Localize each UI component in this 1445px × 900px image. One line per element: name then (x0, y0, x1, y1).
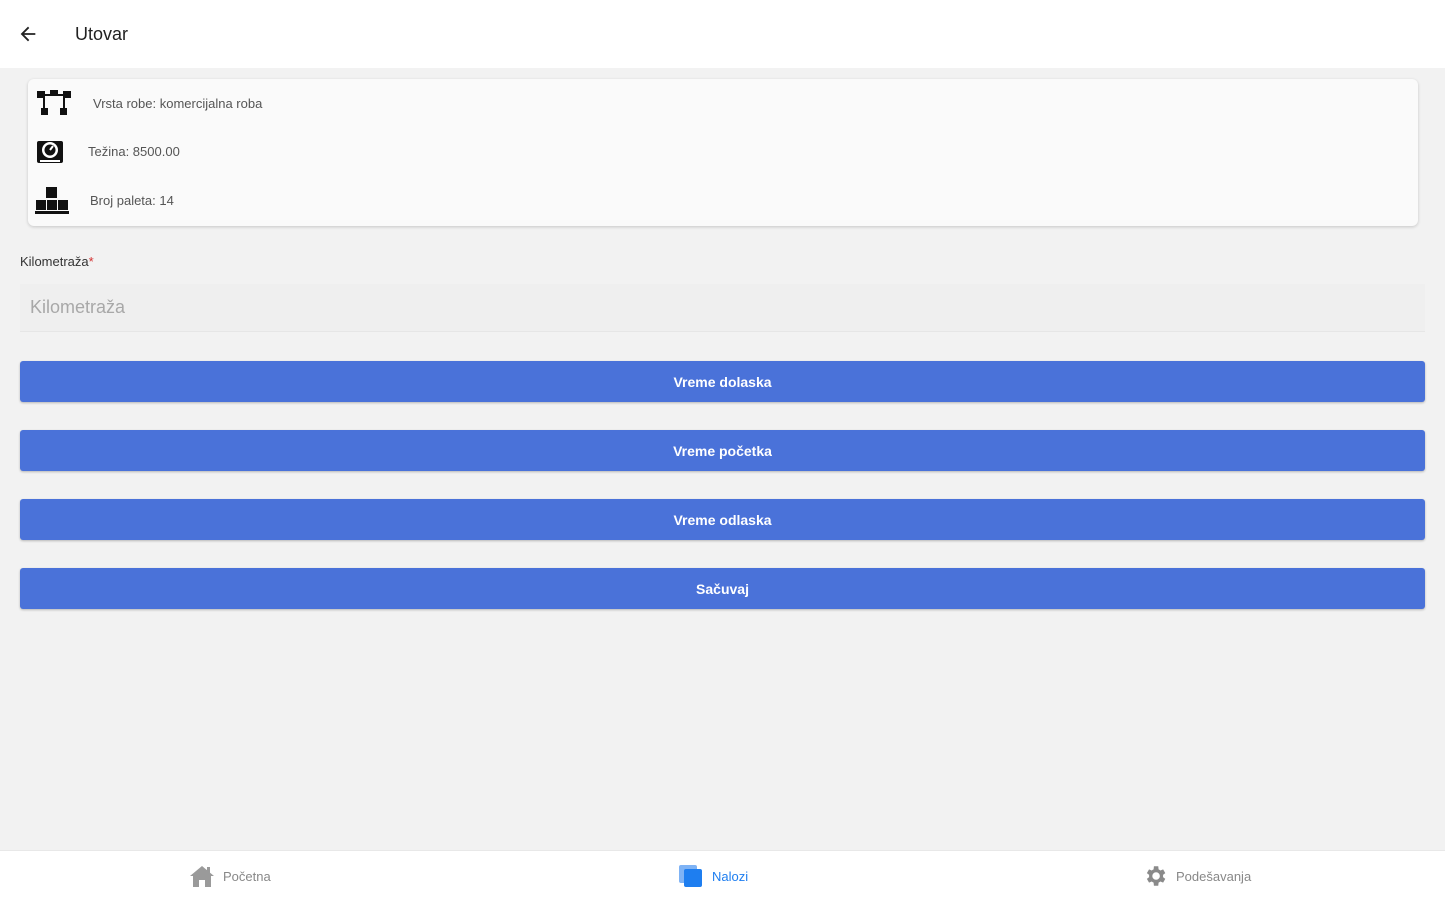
page-title: Utovar (75, 23, 129, 44)
cargo-type-icon (34, 87, 74, 119)
nav-item-orders[interactable]: Nalozi (676, 851, 748, 900)
km-label-text: Kilometraža (20, 254, 89, 269)
required-mark: * (88, 254, 94, 269)
gear-icon (1140, 861, 1170, 891)
info-row-cargo-type: Vrsta robe: komercijalna roba (34, 87, 262, 119)
weight-text: Težina: 8500.00 (88, 143, 180, 159)
start-time-button[interactable]: Vreme početka (20, 430, 1425, 471)
bottom-nav: Početna Nalozi Podešavanja (0, 850, 1445, 900)
info-row-weight: Težina: 8500.00 (30, 135, 180, 167)
pallets-text: Broj paleta: 14 (90, 192, 174, 208)
info-row-pallets: Broj paleta: 14 (32, 184, 174, 216)
cargo-info-card: Vrsta robe: komercijalna roba Težina: 85… (28, 79, 1418, 226)
arrow-left-icon (20, 26, 36, 42)
orders-icon (676, 861, 706, 891)
departure-time-button[interactable]: Vreme odlaska (20, 499, 1425, 540)
app-header: Utovar (0, 0, 1445, 68)
km-input[interactable] (20, 284, 1425, 332)
arrival-time-button[interactable]: Vreme dolaska (20, 361, 1425, 402)
nav-label-settings: Podešavanja (1176, 868, 1252, 884)
save-button[interactable]: Sačuvaj (20, 568, 1425, 609)
km-field-label: Kilometraža* (20, 254, 94, 269)
pallets-icon (32, 184, 72, 216)
cargo-type-text: Vrsta robe: komercijalna roba (93, 95, 263, 111)
nav-item-home[interactable]: Početna (187, 851, 271, 900)
scale-weight-icon (30, 135, 70, 167)
nav-label-orders: Nalozi (712, 868, 749, 884)
nav-item-settings[interactable]: Podešavanja (1140, 851, 1251, 900)
home-icon (187, 861, 217, 891)
back-button[interactable] (0, 0, 56, 68)
nav-label-home: Početna (223, 868, 271, 884)
